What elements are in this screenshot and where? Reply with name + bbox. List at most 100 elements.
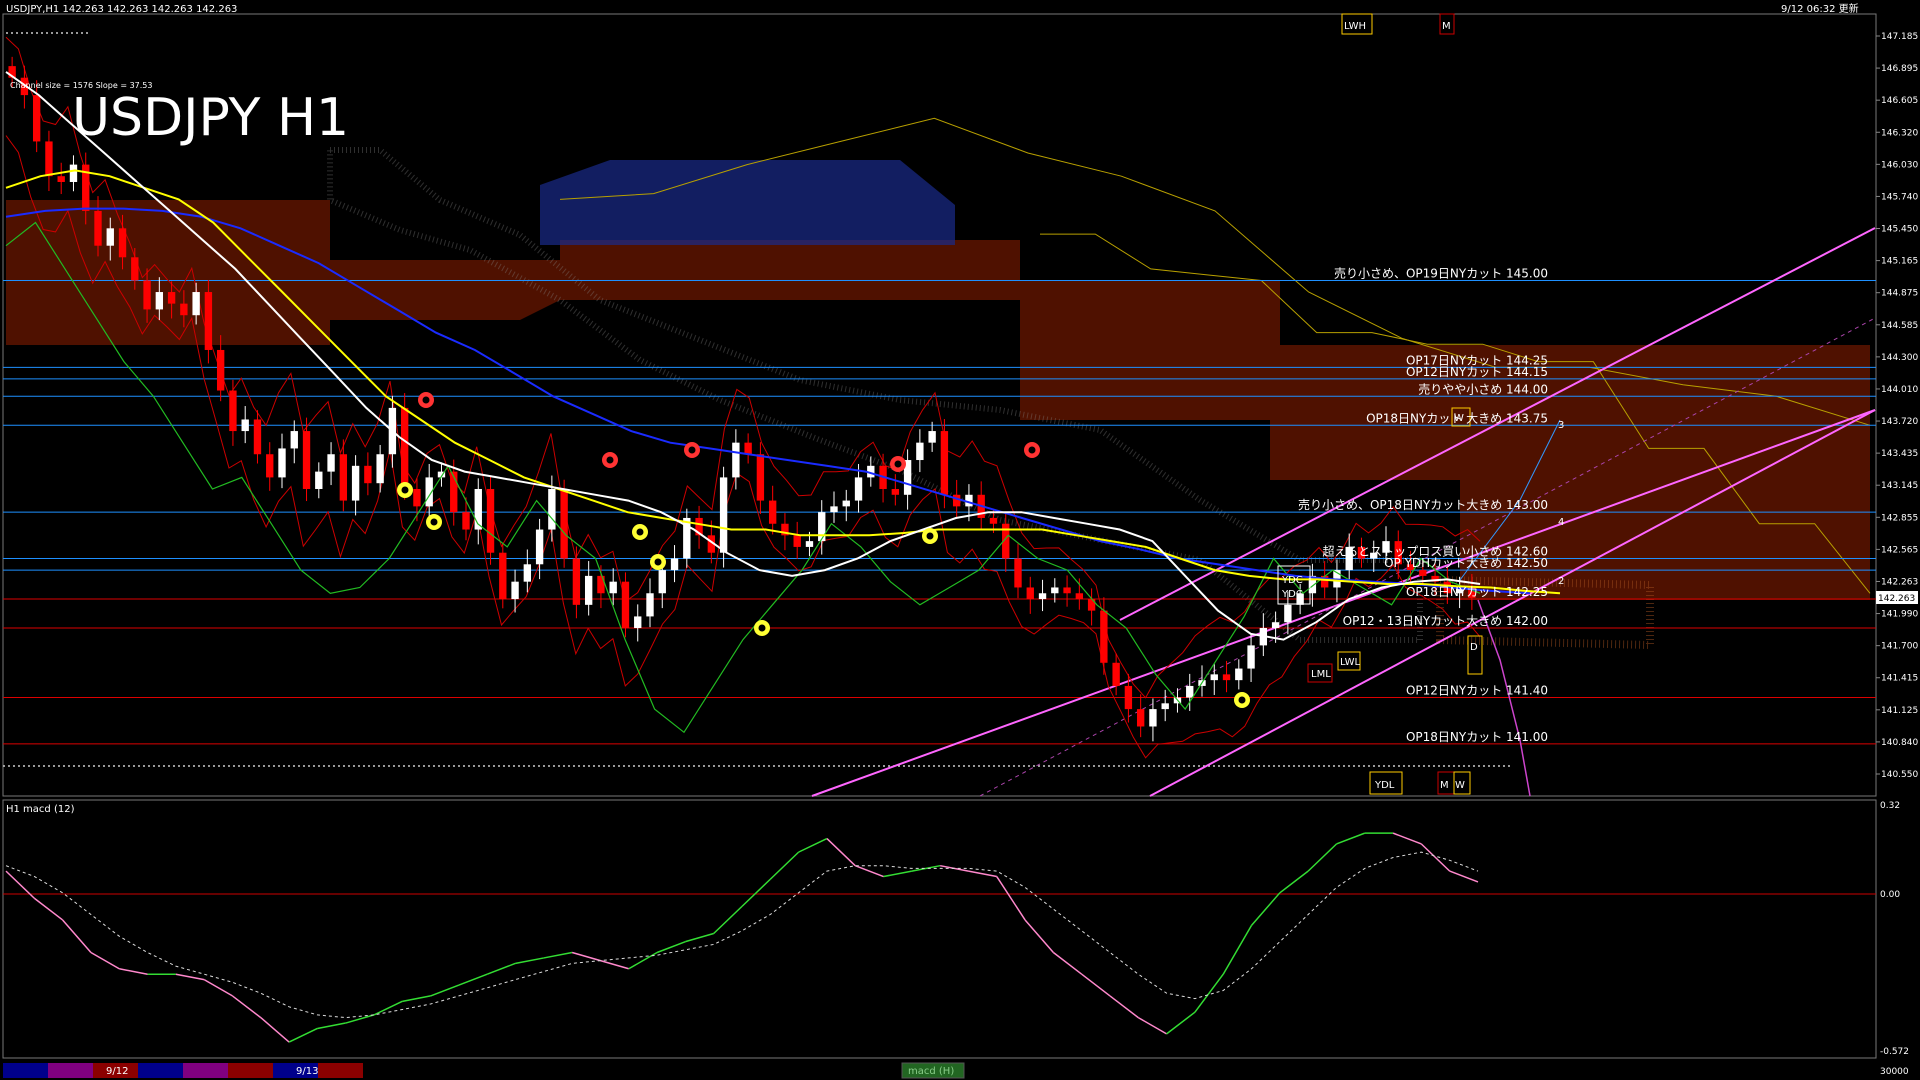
wave-label-2: 2 [1558, 576, 1564, 587]
macd-segment [826, 838, 856, 867]
candle-body [1136, 709, 1145, 727]
candle-body [57, 176, 65, 182]
symbol-info: USDJPY,H1 142.263 142.263 142.263 142.26… [6, 4, 237, 15]
level-label: OP12・13日NYカット大きめ 142.00 [1343, 614, 1548, 628]
candle-body [989, 517, 998, 524]
macd-window-label: H1 macd (12) [6, 804, 75, 815]
macd-segment [317, 1022, 346, 1030]
candle-body [486, 488, 495, 553]
sub-window-frame [2, 799, 1877, 1059]
candle-body [768, 500, 777, 524]
level-label: OP12日NYカット 144.15 [1406, 365, 1548, 379]
macd-segment [33, 897, 64, 921]
level-label: 売りやや小さめ 144.00 [1418, 381, 1548, 396]
lwh-label: LWH [1344, 21, 1366, 32]
signal-marker-hole [422, 396, 430, 404]
price-tick-label: 143.145 [1881, 481, 1918, 491]
candle-body [499, 552, 507, 600]
candle-body [106, 228, 114, 246]
date-label-1: 9/12 [106, 1066, 128, 1077]
macd-segment [119, 968, 148, 975]
macd-segment [571, 951, 601, 962]
m-label-top: M [1442, 21, 1451, 32]
candle-body [1210, 674, 1218, 681]
signal-marker-hole [401, 486, 409, 494]
candle-body [670, 558, 679, 571]
candle-body [916, 442, 924, 461]
price-tick-label: 141.415 [1881, 674, 1918, 684]
macd-segment [1024, 919, 1054, 953]
macd-segment [656, 940, 686, 954]
price-tick-label: 141.990 [1881, 610, 1918, 620]
candle-body [253, 419, 262, 455]
candle-body [1026, 587, 1034, 600]
macd-segment [373, 1000, 403, 1016]
candle-body [1014, 558, 1022, 588]
macd-segment [203, 978, 233, 997]
w-label: W [1455, 780, 1465, 791]
candle-body [1222, 674, 1231, 681]
candle-body [327, 454, 335, 472]
candle-body [302, 431, 311, 489]
candle-body [290, 431, 298, 449]
candle-body [351, 465, 360, 501]
candle-body [646, 593, 654, 617]
price-tick-label: 142.855 [1881, 513, 1918, 523]
macd-segment [1250, 892, 1281, 926]
candle-body [118, 228, 127, 258]
update-timestamp: 9/12 06:32 更新 [1781, 2, 1859, 15]
price-axis: 147.185 146.895 146.605 146.320 146.030 145.7… [1876, 32, 1918, 780]
level-label: OP18日NYカット 142.25 [1406, 585, 1548, 599]
macd-segment [1109, 995, 1139, 1019]
candle-body [1271, 622, 1280, 629]
macd-segment [1194, 973, 1224, 1013]
macd-segment [628, 951, 658, 970]
candle-body [413, 488, 421, 507]
candle-body [1112, 662, 1120, 686]
macd-segment [1137, 1016, 1167, 1035]
signal-marker-hole [926, 532, 934, 540]
candle-body [400, 407, 409, 489]
price-tick-label: 146.030 [1881, 160, 1918, 170]
macd-segment [685, 932, 714, 943]
price-tick-label: 145.450 [1881, 225, 1918, 235]
signal-markers [397, 392, 1250, 708]
candle-body [1038, 593, 1047, 600]
candle-body [732, 442, 740, 478]
candle-body [891, 488, 900, 495]
candle-body [1051, 587, 1059, 594]
level-labels: 売り小さめ、OP19日NYカット 145.00OP17日NYカット 144.25… [1298, 265, 1548, 743]
macd-segment [458, 973, 488, 986]
period-segment [228, 1063, 273, 1078]
candle-body [609, 581, 617, 594]
candle-body [216, 349, 225, 391]
macd-scale-bottom: -0.572 [1880, 1047, 1909, 1057]
candle-body [45, 141, 53, 177]
candle-body [1063, 587, 1071, 594]
level-label: OP12日NYカット 141.40 [1406, 684, 1548, 698]
wave-label-3: 3 [1558, 420, 1564, 431]
macd-segment [798, 837, 828, 853]
candle-body [1161, 703, 1169, 710]
candle-body [266, 454, 274, 478]
indicator-tab-label: macd (H) [908, 1066, 954, 1077]
price-tick-label: 143.720 [1881, 417, 1918, 427]
macd-segment [1052, 951, 1083, 975]
candle-body [143, 280, 151, 310]
price-tick-label: 146.895 [1881, 64, 1918, 74]
macd-segment [232, 995, 262, 1019]
macd-segment [1449, 870, 1479, 883]
macd-segment [1336, 832, 1366, 845]
candle-body [167, 292, 176, 304]
candle-body [1419, 570, 1427, 576]
candle-body [523, 564, 532, 582]
candle-body [805, 541, 814, 547]
candle-body [364, 465, 372, 484]
candle-body [462, 512, 470, 530]
signal-marker-hole [1238, 696, 1246, 704]
candle-body [315, 471, 323, 489]
candle-body [192, 292, 200, 316]
candle-body [204, 292, 213, 350]
signal-marker-hole [758, 624, 766, 632]
price-tick-label: 140.550 [1881, 770, 1918, 780]
